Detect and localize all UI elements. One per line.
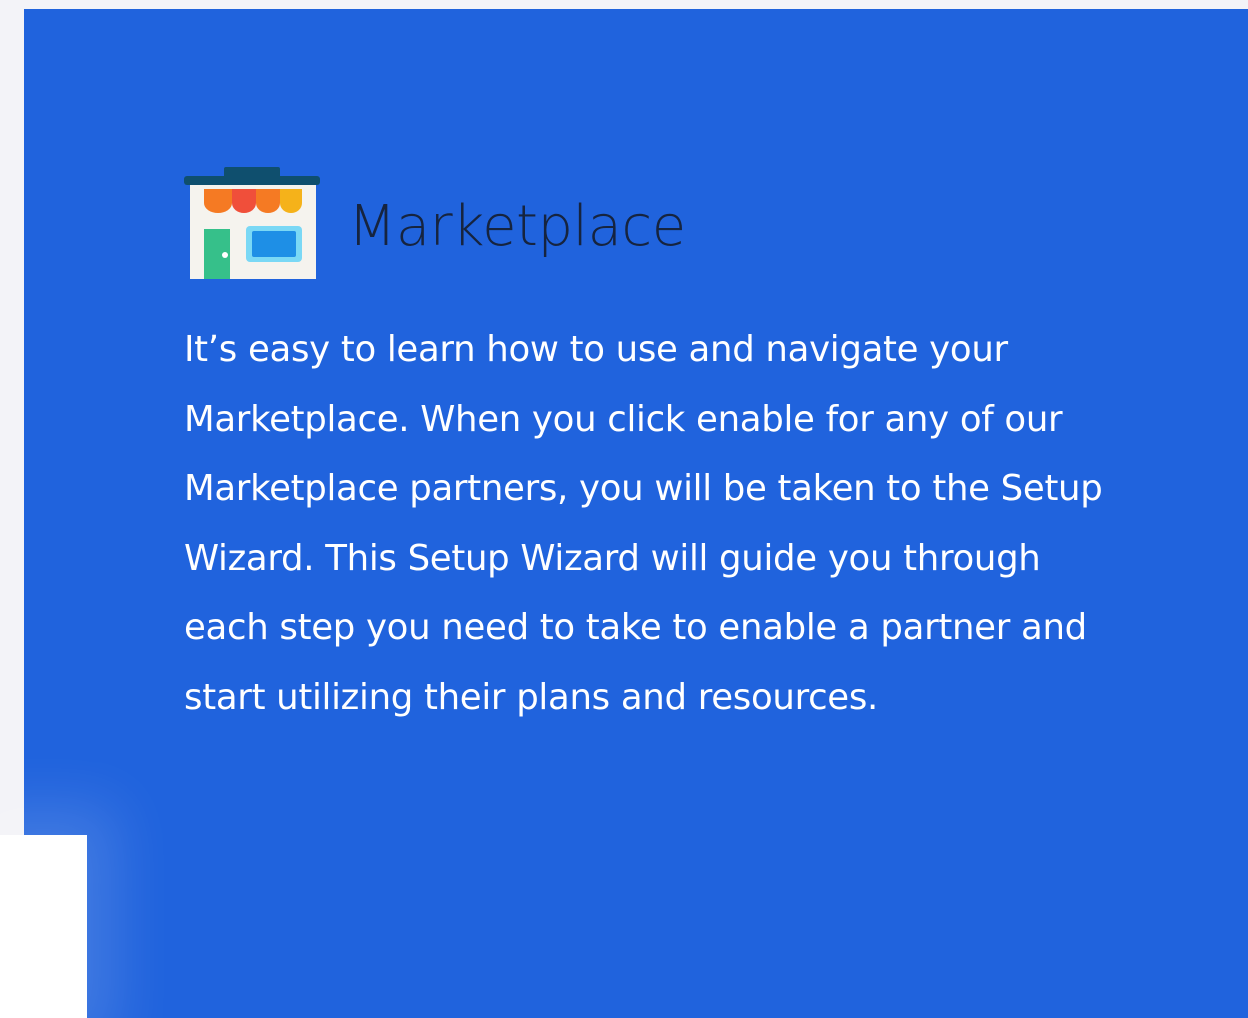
store-icon	[184, 167, 320, 279]
marketplace-header: Marketplace	[184, 167, 1104, 279]
page: Marketplace It’s easy to learn how to us…	[0, 0, 1248, 1018]
page-title: Marketplace	[348, 194, 686, 259]
bottom-left-white-block	[0, 835, 87, 1018]
marketplace-info-content: Marketplace It’s easy to learn how to us…	[184, 167, 1104, 732]
marketplace-description: It’s easy to learn how to use and naviga…	[184, 329, 1103, 718]
marketplace-info-panel: Marketplace It’s easy to learn how to us…	[24, 9, 1248, 1018]
left-background-strip	[0, 0, 24, 835]
